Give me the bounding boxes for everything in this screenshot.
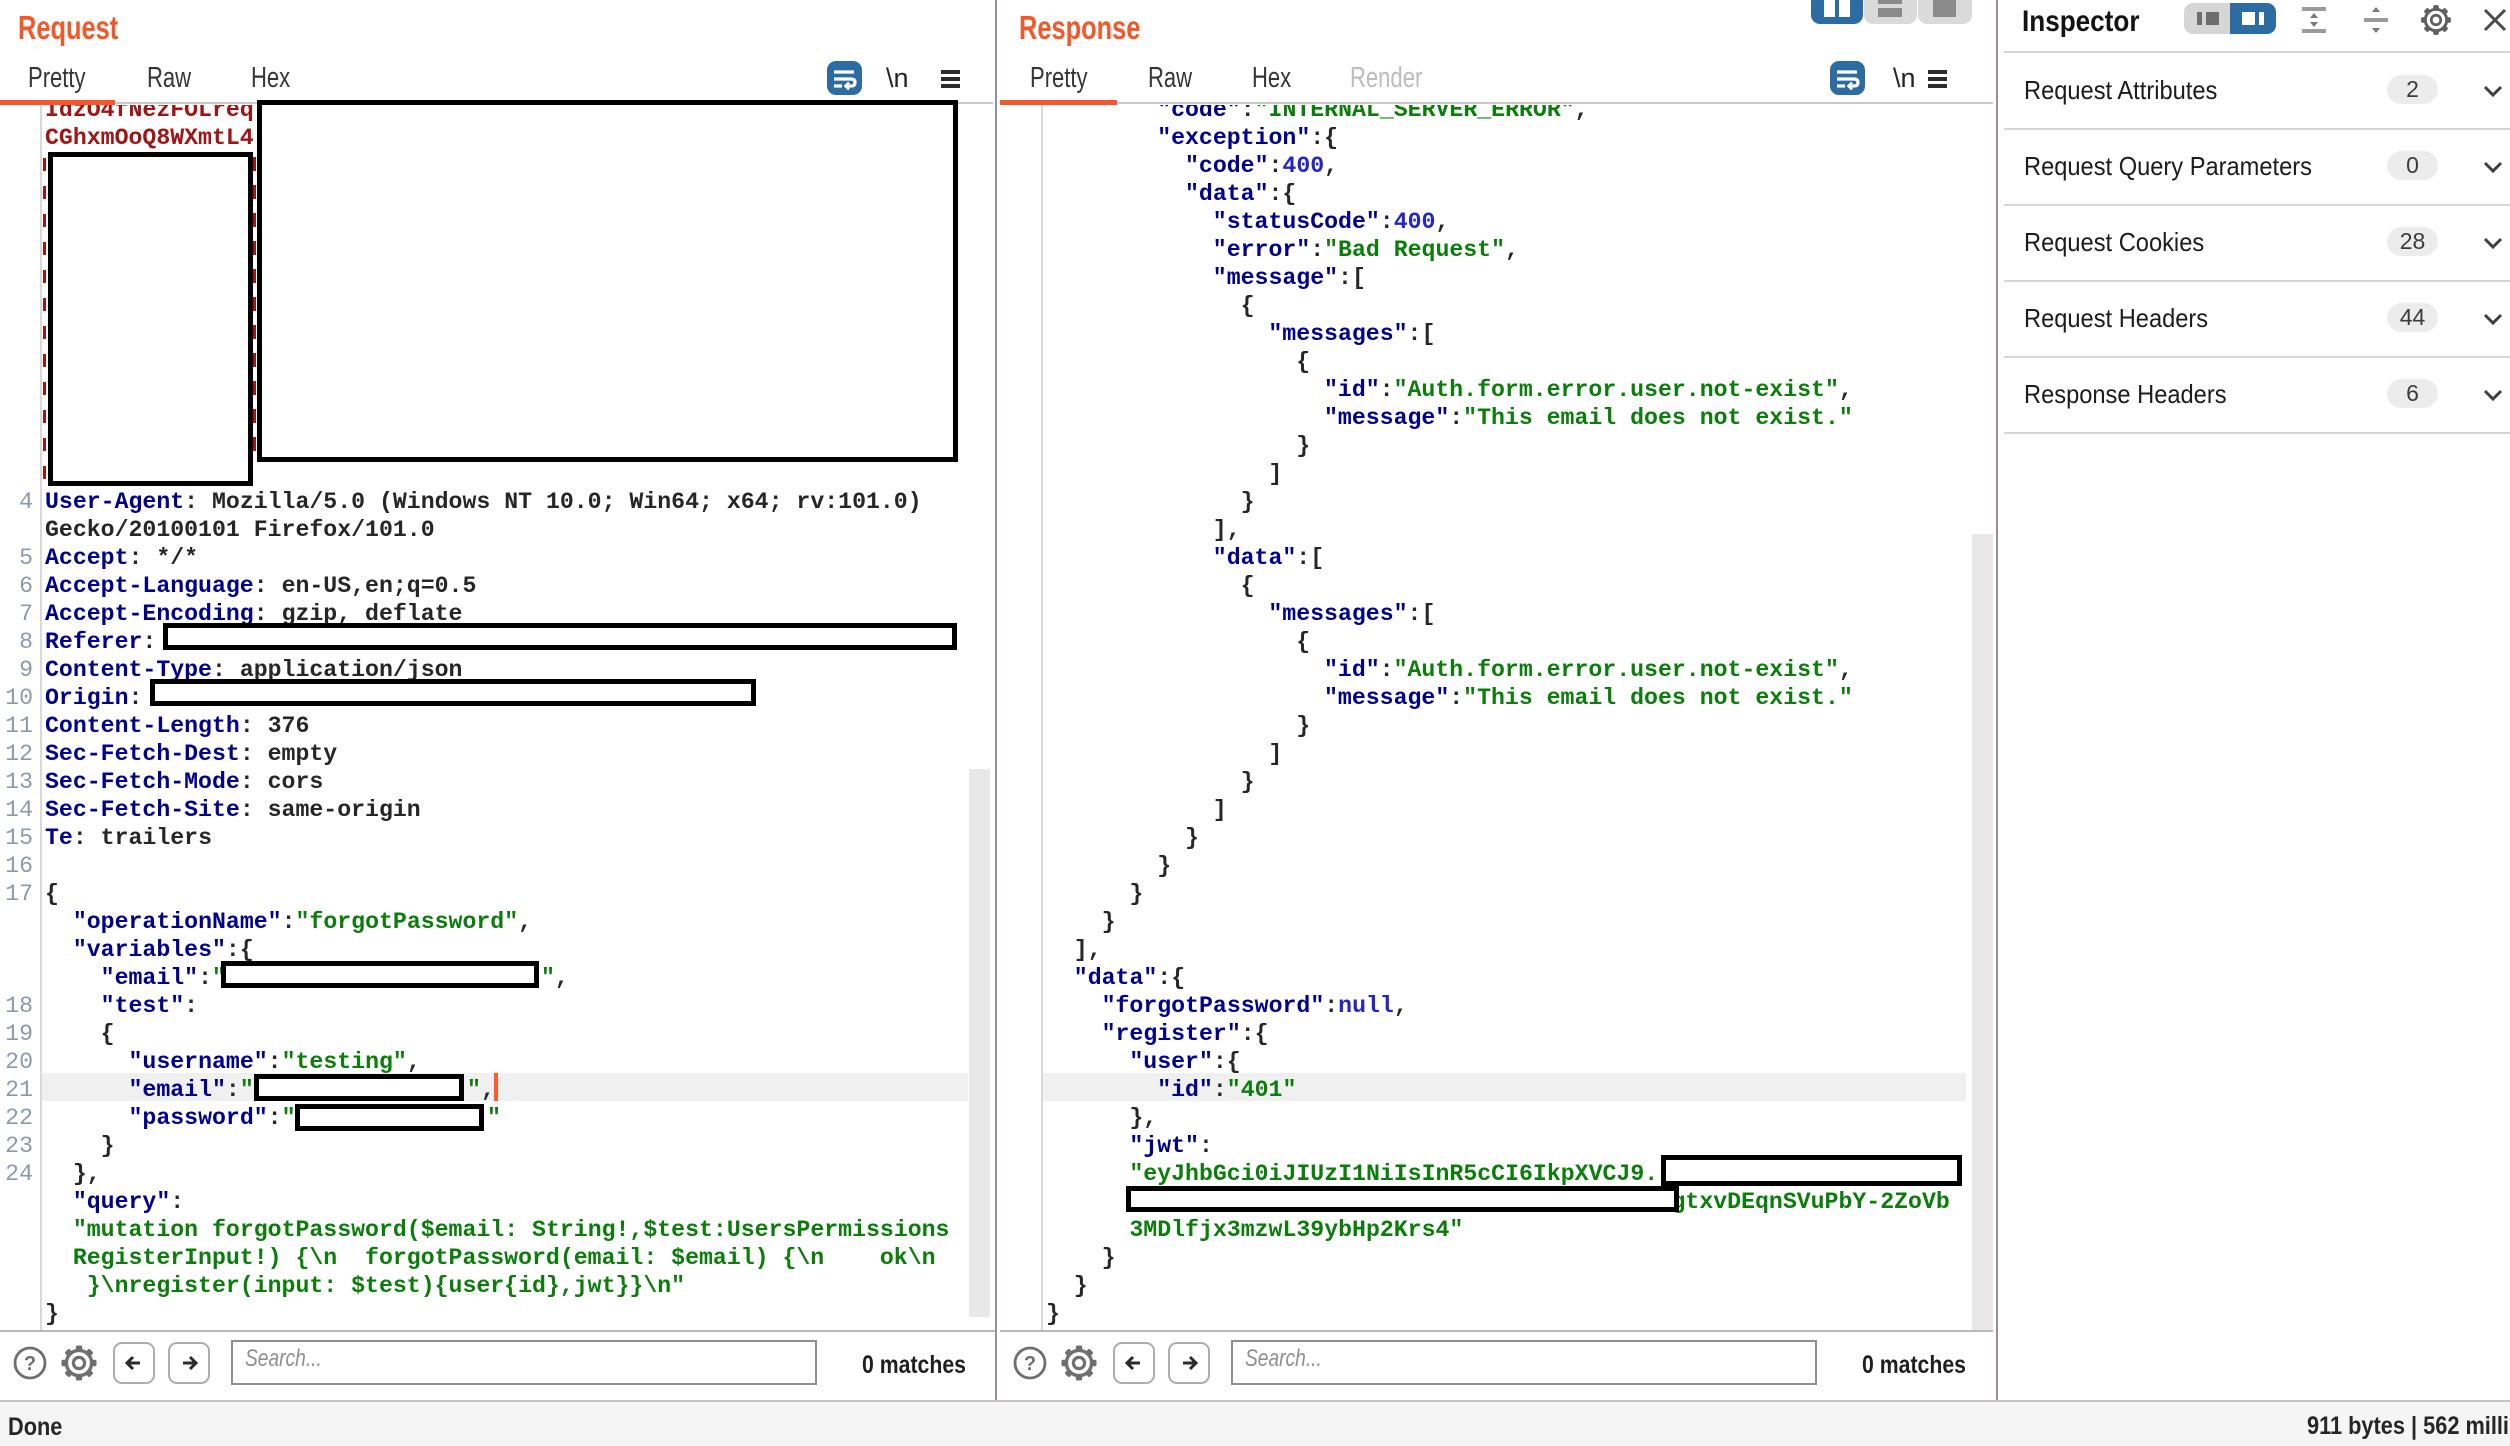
svg-text:?: ? [24,1353,36,1375]
svg-text:?: ? [1024,1353,1036,1375]
